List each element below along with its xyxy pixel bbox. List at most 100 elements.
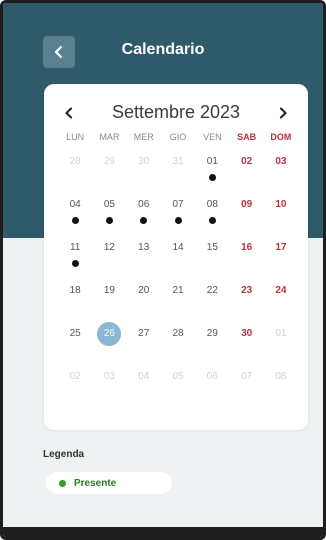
calendar-day[interactable]: 16 bbox=[229, 240, 263, 283]
calendar-day-selected[interactable]: 26 bbox=[92, 322, 126, 369]
day-number: 12 bbox=[103, 242, 115, 253]
calendar-day[interactable]: 30 bbox=[229, 326, 263, 369]
day-number: 09 bbox=[241, 199, 253, 210]
day-number: 03 bbox=[275, 156, 287, 167]
day-number: 25 bbox=[69, 328, 81, 339]
attendance-dot bbox=[71, 260, 79, 267]
calendar-day[interactable]: 19 bbox=[92, 283, 126, 326]
day-number: 31 bbox=[172, 156, 184, 167]
weekday-label: MAR bbox=[99, 132, 120, 142]
legend-label: Presente bbox=[74, 477, 117, 489]
calendar-day[interactable]: 04 bbox=[127, 369, 161, 412]
day-grid: 28 29 30 31 01 02 03 04 05 06 07 08 09 10 11 12 13 14 15 16… bbox=[58, 154, 298, 412]
calendar-day[interactable]: 25 bbox=[58, 326, 92, 369]
weekday-label: LUN bbox=[66, 132, 85, 142]
day-number: 04 bbox=[69, 199, 81, 210]
calendar-day[interactable]: 14 bbox=[161, 240, 195, 283]
calendar-day[interactable]: 01 bbox=[264, 326, 298, 369]
day-number: 23 bbox=[241, 285, 253, 296]
legend-title: Legenda bbox=[43, 449, 85, 460]
day-number: 07 bbox=[241, 371, 253, 382]
calendar-day[interactable]: 09 bbox=[229, 197, 263, 240]
calendar-day[interactable]: 10 bbox=[264, 197, 298, 240]
calendar-day[interactable]: 27 bbox=[127, 326, 161, 369]
day-number: 06 bbox=[206, 371, 218, 382]
calendar-day[interactable]: 30 bbox=[127, 154, 161, 197]
calendar-day[interactable]: 20 bbox=[127, 283, 161, 326]
day-number: 13 bbox=[138, 242, 150, 253]
calendar-day[interactable]: 06 bbox=[127, 197, 161, 240]
day-number: 08 bbox=[275, 371, 287, 382]
calendar-day[interactable]: 11 bbox=[58, 240, 92, 283]
attendance-dot bbox=[208, 174, 216, 181]
calendar-day[interactable]: 24 bbox=[264, 283, 298, 326]
day-number: 18 bbox=[69, 285, 81, 296]
calendar-day[interactable]: 01 bbox=[195, 154, 229, 197]
calendar-day[interactable]: 06 bbox=[195, 369, 229, 412]
calendar-day[interactable]: 29 bbox=[195, 326, 229, 369]
day-number: 24 bbox=[275, 285, 287, 296]
calendar-day[interactable]: 28 bbox=[161, 326, 195, 369]
attendance-dot bbox=[71, 217, 79, 224]
day-number: 19 bbox=[103, 285, 115, 296]
day-number: 01 bbox=[275, 328, 287, 339]
weekday-label: VEN bbox=[203, 132, 222, 142]
calendar-day[interactable]: 15 bbox=[195, 240, 229, 283]
calendar-day[interactable]: 05 bbox=[161, 369, 195, 412]
calendar-day[interactable]: 21 bbox=[161, 283, 195, 326]
day-number: 07 bbox=[172, 199, 184, 210]
calendar-day[interactable]: 07 bbox=[229, 369, 263, 412]
day-number: 08 bbox=[206, 199, 218, 210]
month-navigation: Settembre 2023 bbox=[44, 100, 308, 126]
day-number: 27 bbox=[138, 328, 150, 339]
day-number: 30 bbox=[138, 156, 150, 167]
calendar-day[interactable]: 03 bbox=[92, 369, 126, 412]
day-number: 02 bbox=[241, 156, 253, 167]
calendar-day[interactable]: 08 bbox=[264, 369, 298, 412]
calendar-day[interactable]: 08 bbox=[195, 197, 229, 240]
calendar-day[interactable]: 02 bbox=[229, 154, 263, 197]
day-number: 04 bbox=[138, 371, 150, 382]
app-frame: Calendario Settembre 2023 LUN MAR MER GIO VE… bbox=[0, 0, 326, 540]
calendar-card: Settembre 2023 LUN MAR MER GIO VEN SAB DOM 28 2… bbox=[44, 84, 308, 430]
calendar-day[interactable]: 07 bbox=[161, 197, 195, 240]
day-number: 05 bbox=[103, 199, 115, 210]
day-number: 06 bbox=[138, 199, 150, 210]
day-number: 29 bbox=[103, 156, 115, 167]
calendar-day[interactable]: 12 bbox=[92, 240, 126, 283]
day-number: 20 bbox=[138, 285, 150, 296]
day-number: 03 bbox=[103, 371, 115, 382]
day-number: 29 bbox=[206, 328, 218, 339]
calendar-day[interactable]: 02 bbox=[58, 369, 92, 412]
day-number: 28 bbox=[172, 328, 184, 339]
day-number: 16 bbox=[241, 242, 253, 253]
next-month-button[interactable] bbox=[270, 100, 296, 126]
calendar-day[interactable]: 04 bbox=[58, 197, 92, 240]
month-label: Settembre 2023 bbox=[111, 102, 241, 122]
day-number: 10 bbox=[275, 199, 287, 210]
calendar-day[interactable]: 22 bbox=[195, 283, 229, 326]
calendar-day[interactable]: 17 bbox=[264, 240, 298, 283]
day-number: 05 bbox=[172, 371, 184, 382]
day-number: 28 bbox=[69, 156, 81, 167]
weekday-label: SAB bbox=[237, 132, 257, 142]
calendar-day[interactable]: 13 bbox=[127, 240, 161, 283]
day-number: 14 bbox=[172, 242, 184, 253]
weekday-header: LUN MAR MER GIO VEN SAB DOM bbox=[58, 132, 298, 142]
calendar-day[interactable]: 23 bbox=[229, 283, 263, 326]
attendance-dot bbox=[208, 217, 216, 224]
calendar-day[interactable]: 28 bbox=[58, 154, 92, 197]
calendar-day[interactable]: 29 bbox=[92, 154, 126, 197]
day-number: 02 bbox=[69, 371, 81, 382]
attendance-dot bbox=[105, 217, 113, 224]
day-number: 15 bbox=[206, 242, 218, 253]
calendar-day[interactable]: 18 bbox=[58, 283, 92, 326]
attendance-dot bbox=[140, 217, 148, 224]
attendance-dot bbox=[174, 217, 182, 224]
day-number: 26 bbox=[97, 322, 122, 346]
weekday-label: DOM bbox=[270, 132, 292, 142]
calendar-day[interactable]: 03 bbox=[264, 154, 298, 197]
calendar-day[interactable]: 31 bbox=[161, 154, 195, 197]
day-number: 01 bbox=[206, 156, 218, 167]
calendar-day[interactable]: 05 bbox=[92, 197, 126, 240]
